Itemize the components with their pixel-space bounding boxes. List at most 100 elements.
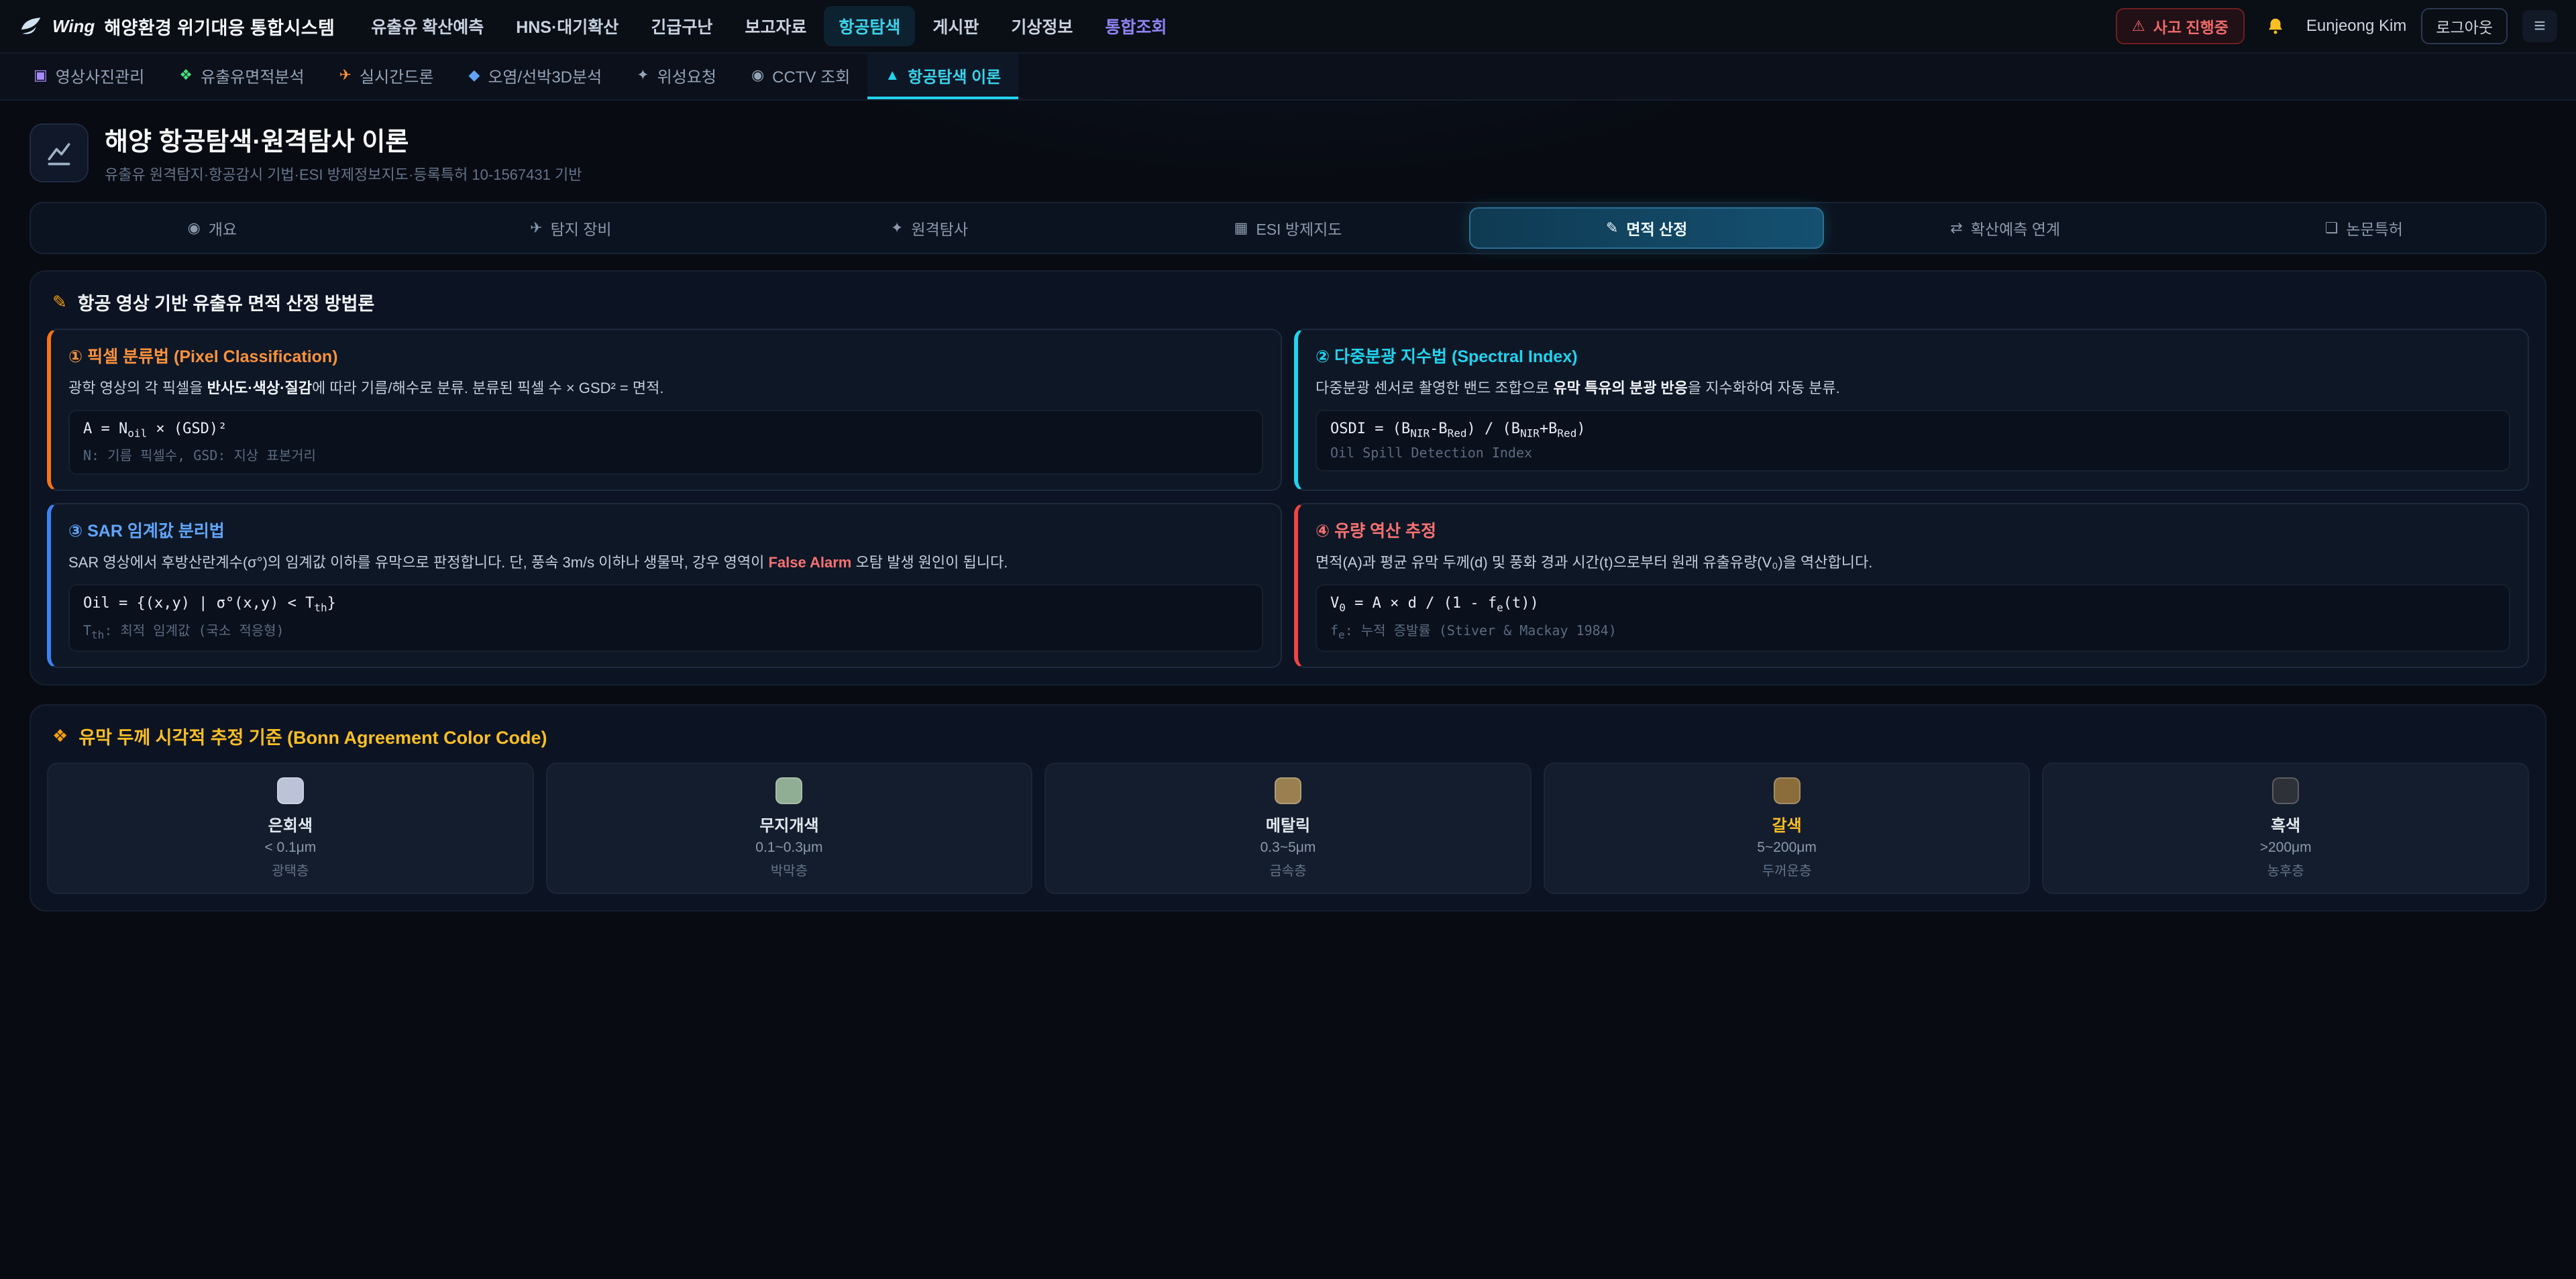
area-methods-panel: ✎ 항공 영상 기반 유출유 면적 산정 방법론 ① 픽셀 분류법 (Pixel…	[30, 270, 2546, 685]
top-bar: Wing 해양환경 위기대응 통합시스템 유출유 확산예측 HNS·대기확산 긴…	[0, 0, 2576, 54]
formula-line: OSDI = (BNIR-BRed) / (BNIR+BRed)	[1330, 421, 2496, 439]
nav-hns-atmospheric[interactable]: HNS·대기확산	[501, 6, 633, 46]
methods-section-heading: ✎ 항공 영상 기반 유출유 면적 산정 방법론	[47, 286, 2529, 329]
method-title: ④ 유량 역산 추정	[1316, 518, 2510, 542]
user-name: Eunjeong Kim	[2306, 17, 2406, 36]
thickness-range: 0.3~5μm	[1260, 840, 1316, 856]
subnav-item-pollution-ship-3d[interactable]: ◆ 오염/선박3D분석	[451, 54, 619, 99]
thickness-range: 5~200μm	[1757, 840, 1817, 856]
method-title: ① 픽셀 분류법 (Pixel Classification)	[68, 343, 1263, 368]
subnav-item-oil-area-analysis[interactable]: ❖ 유출유면적분석	[162, 54, 321, 99]
subnav-item-photo-management[interactable]: ▣ 영상사진관리	[16, 54, 162, 99]
cctv-icon: ◉	[751, 68, 764, 82]
thickness-heading-text: 유막 두께 시각적 추정 기준 (Bonn Agreement Color Co…	[78, 723, 547, 749]
subnav-item-satellite-request[interactable]: ✦ 위성요청	[619, 54, 734, 99]
thickness-range: >200μm	[2260, 840, 2312, 856]
thickness-name: 은회색	[268, 812, 313, 836]
brand: Wing 해양환경 위기대응 통합시스템	[19, 13, 335, 40]
nav-weather-info[interactable]: 기상정보	[996, 6, 1087, 46]
subnav-item-aerial-search-theory[interactable]: ▲ 항공탐색 이론	[867, 54, 1018, 99]
page-title-block: 해양 항공탐색·원격탐사 이론 유출유 원격탐지·항공감시 기법·ESI 방제정…	[105, 121, 582, 184]
method-card-spectral-index: ② 다중분광 지수법 (Spectral Index) 다중분광 센서로 촬영한…	[1294, 329, 2529, 491]
tab-label: 탐지 장비	[551, 217, 612, 239]
logout-button[interactable]: 로그아웃	[2421, 8, 2508, 44]
tab-label: 원격탐사	[911, 217, 968, 239]
link-icon: ⇄	[1950, 221, 1962, 235]
theory-chart-icon	[44, 138, 74, 168]
formula-note: Tth: 최적 임계값 (국소 적응형)	[83, 620, 1248, 641]
thickness-grid: 은회색 < 0.1μm 광택층 무지개색 0.1~0.3μm 박막층 메탈릭 0…	[47, 763, 2529, 894]
subnav-label: CCTV 조회	[772, 64, 850, 87]
subnav-label: 항공탐색 이론	[908, 64, 1001, 87]
thickness-card-silver-gray: 은회색 < 0.1μm 광택층	[47, 763, 534, 894]
theory-icon: ▲	[885, 68, 900, 82]
false-alarm-highlight: False Alarm	[768, 554, 851, 571]
formula-line: Oil = {(x,y) | σ°(x,y) < Tth}	[83, 595, 1248, 614]
subnav-label: 오염/선박3D분석	[488, 64, 602, 87]
tab-label: 논문특허	[2346, 217, 2403, 239]
sub-nav: ▣ 영상사진관리 ❖ 유출유면적분석 ✈ 실시간드론 ◆ 오염/선박3D분석 ✦…	[0, 54, 2576, 101]
thickness-layer: 박막층	[771, 860, 808, 879]
tab-overview[interactable]: ◉ 개요	[35, 207, 390, 249]
nav-oil-spread-forecast[interactable]: 유출유 확산예측	[356, 6, 498, 46]
thickness-card-brown: 갈색 5~200μm 두꺼운층	[1544, 763, 2031, 894]
thickness-range: 0.1~0.3μm	[755, 840, 822, 856]
thickness-card-metallic: 메탈릭 0.3~5μm 금속층	[1044, 763, 1532, 894]
bell-icon	[2265, 16, 2286, 36]
thickness-name: 메탈릭	[1266, 812, 1310, 836]
volume-formula: V0 = A × d / (1 - fe(t)) fe: 누적 증발률 (Sti…	[1316, 584, 2510, 651]
method-title: ③ SAR 임계값 분리법	[68, 518, 1263, 542]
thickness-card-rainbow: 무지개색 0.1~0.3μm 박막층	[546, 763, 1033, 894]
incident-status-badge[interactable]: ⚠ 사고 진행중	[2116, 8, 2245, 44]
sar-threshold-formula: Oil = {(x,y) | σ°(x,y) < Tth} Tth: 최적 임계…	[68, 584, 1263, 651]
wing-logo-icon	[19, 14, 43, 38]
page-subtitle: 유출유 원격탐지·항공감시 기법·ESI 방제정보지도·등록특허 10-1567…	[105, 163, 582, 184]
subnav-label: 실시간드론	[360, 64, 433, 87]
tab-diffusion-forecast-link[interactable]: ⇄ 확산예측 연계	[1828, 207, 2183, 249]
color-swatch	[1774, 777, 1801, 804]
nav-integrated-search[interactable]: 통합조회	[1090, 6, 1181, 46]
method-card-sar-threshold: ③ SAR 임계값 분리법 SAR 영상에서 후방산란계수(σ°)의 임계값 이…	[47, 503, 1282, 667]
method-description: SAR 영상에서 후방산란계수(σ°)의 임계값 이하를 유막으로 판정합니다.…	[68, 551, 1263, 573]
formula-line: V0 = A × d / (1 - fe(t))	[1330, 595, 2496, 614]
thickness-section-heading: ❖ 유막 두께 시각적 추정 기준 (Bonn Agreement Color …	[47, 720, 2529, 763]
main-content: 해양 항공탐색·원격탐사 이론 유출유 원격탐지·항공감시 기법·ESI 방제정…	[0, 101, 2576, 911]
document-icon: ❏	[2325, 221, 2339, 235]
ship-3d-icon: ◆	[468, 68, 480, 82]
tab-area-calculation[interactable]: ✎ 면적 산정	[1469, 207, 1824, 249]
method-description: 광학 영상의 각 픽셀을 반사도·색상·질감에 따라 기름/해수로 분류. 분류…	[68, 377, 1263, 399]
tab-label: 확산예측 연계	[1971, 217, 2060, 239]
nav-board[interactable]: 게시판	[918, 6, 994, 46]
satellite-icon: ✦	[891, 221, 903, 235]
thickness-layer: 농후층	[2267, 860, 2304, 879]
subnav-item-realtime-drone[interactable]: ✈ 실시간드론	[322, 54, 451, 99]
aircraft-icon: ✈	[530, 221, 542, 235]
method-card-volume-estimation: ④ 유량 역산 추정 면적(A)과 평균 유막 두께(d) 및 풍화 경과 시간…	[1294, 503, 2529, 667]
osdi-formula: OSDI = (BNIR-BRed) / (BNIR+BRed) Oil Spi…	[1316, 410, 2510, 471]
nav-aerial-search[interactable]: 항공탐색	[824, 6, 915, 46]
palette-icon: ❖	[52, 726, 68, 746]
tab-remote-sensing[interactable]: ✦ 원격탐사	[752, 207, 1107, 249]
thickness-name: 갈색	[1772, 812, 1802, 836]
drone-icon: ✈	[339, 68, 352, 82]
tab-esi-map[interactable]: ▦ ESI 방제지도	[1111, 207, 1466, 249]
hamburger-menu-icon[interactable]: ≡	[2522, 10, 2557, 42]
pixel-area-formula: A = Noil × (GSD)² N: 기름 픽셀수, GSD: 지상 표본거…	[68, 410, 1263, 475]
nav-emergency-rescue[interactable]: 긴급구난	[636, 6, 727, 46]
subnav-label: 영상사진관리	[56, 64, 144, 87]
notifications-button[interactable]	[2259, 10, 2292, 42]
thickness-card-black: 흑색 >200μm 농후층	[2042, 763, 2529, 894]
method-description: 다중분광 센서로 촬영한 밴드 조합으로 유막 특유의 분광 반응을 지수화하여…	[1316, 377, 2510, 399]
formula-note: N: 기름 픽셀수, GSD: 지상 표본거리	[83, 445, 1248, 464]
subnav-item-cctv-search[interactable]: ◉ CCTV 조회	[734, 54, 867, 99]
pencil-icon: ✎	[1606, 221, 1618, 235]
tab-detection-equipment[interactable]: ✈ 탐지 장비	[394, 207, 749, 249]
thickness-name: 흑색	[2271, 812, 2300, 836]
nav-reports[interactable]: 보고자료	[730, 6, 821, 46]
color-swatch	[277, 777, 304, 804]
tab-label: 면적 산정	[1626, 217, 1687, 239]
photo-icon: ▣	[34, 68, 48, 82]
app-title: 해양환경 위기대응 통합시스템	[104, 13, 335, 40]
tab-papers-patents[interactable]: ❏ 논문특허	[2186, 207, 2541, 249]
tab-label: 개요	[209, 217, 237, 239]
